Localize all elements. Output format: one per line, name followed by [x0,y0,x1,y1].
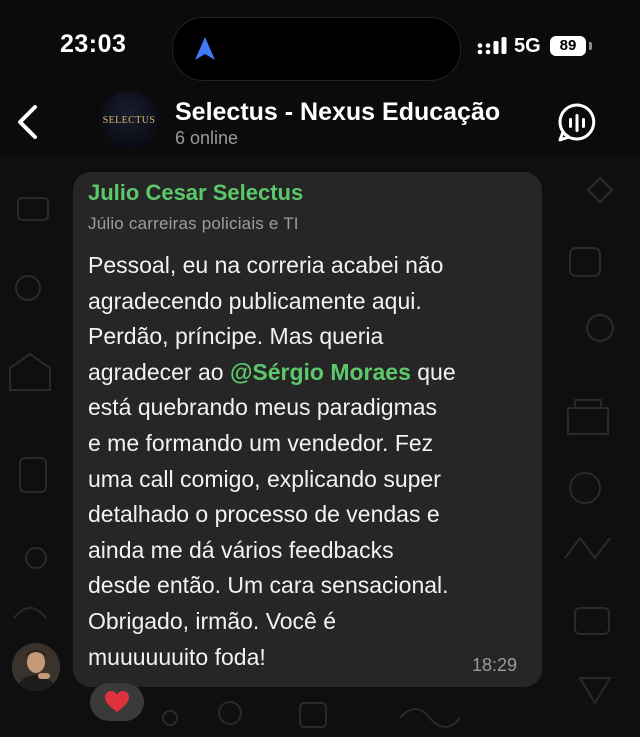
message-line: muuuuuuito foda! [88,643,266,670]
message-line: ainda me dá vários feedbacks [88,536,394,563]
sender-name[interactable]: Julio Cesar Selectus [88,180,303,206]
message-line: e me formando um vendedor. Fez [88,429,434,456]
mention-suffix: que [410,358,456,385]
chat-header: SELECTUS Selectus - Nexus Educação 6 onl… [0,90,640,158]
message-text: Pessoal, eu na correria acabei não agrad… [88,248,538,675]
message-line: desde então. Um cara sensacional. [88,572,449,599]
sender-title: Júlio carreiras policiais e TI [88,214,299,233]
message-line: Pessoal, eu na correria acabei não [88,252,444,278]
sender-avatar[interactable] [12,643,60,691]
message-bubble[interactable]: Julio Cesar Selectus Júlio carreiras pol… [73,172,542,687]
voice-chat-icon [558,103,596,142]
message-line: Perdão, príncipe. Mas queria [88,323,384,350]
back-button[interactable] [10,100,44,144]
message-line: detalhado o processo de vendas e [88,501,440,528]
group-name[interactable]: Selectus - Nexus Educação [175,98,500,127]
status-bar: 23:03 5G 89 [0,0,640,90]
message-line: está quebrando meus paradigmas [88,394,438,421]
message-line: agradecer ao @Sérgio Moraes que [88,355,538,391]
chat-area: Julio Cesar Selectus Júlio carreiras pol… [0,158,640,737]
message-line: agradecendo publicamente aqui. [88,287,422,314]
clock: 23:03 [60,30,127,58]
heart-icon [105,691,129,712]
online-count: 6 online [175,128,239,148]
voice-chat-button[interactable] [556,102,598,144]
dynamic-island [172,17,461,81]
message-timestamp: 18:29 [472,655,518,675]
group-avatar[interactable]: SELECTUS [100,91,158,149]
user-mention-link[interactable]: @Sérgio Moraes [230,359,411,385]
signal-bars-icon [477,37,507,55]
person-photo [12,643,60,691]
battery-tip [589,42,592,50]
message-line: uma call comigo, explicando super [88,465,441,492]
mention-prefix: agradecer ao [88,358,230,385]
group-avatar-logo: SELECTUS [102,114,156,126]
location-arrow-icon [195,37,215,60]
network-type: 5G [514,35,541,57]
battery-icon: 89 [550,36,586,56]
chevron-left-icon [18,105,37,139]
message-line: Obrigado, irmão. Você é [88,607,337,634]
heart-reaction-button[interactable] [90,683,144,721]
